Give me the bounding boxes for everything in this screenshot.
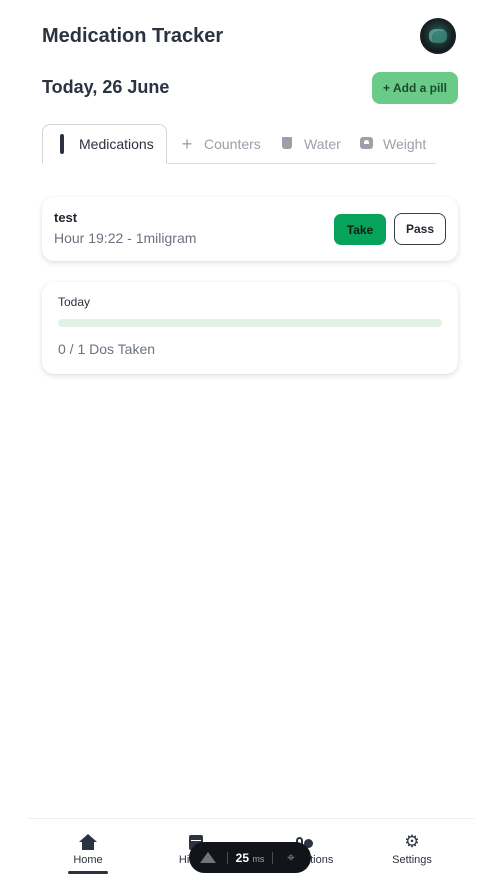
- tab-bar: Medications + Counters Water Weight: [42, 124, 436, 164]
- nav-settings[interactable]: ⚙ Settings: [362, 832, 462, 867]
- app-header: Medication Tracker: [42, 18, 458, 58]
- pass-button[interactable]: Pass: [394, 213, 446, 245]
- render-time-unit: ms: [252, 853, 265, 864]
- scale-icon: [357, 136, 375, 152]
- active-nav-indicator: [68, 871, 108, 874]
- pill-icon: [53, 134, 71, 154]
- avatar[interactable]: [420, 18, 456, 54]
- nav-home[interactable]: Home: [38, 833, 138, 866]
- tab-label: Counters: [204, 136, 261, 152]
- tab-label: Weight: [383, 136, 427, 152]
- add-pill-button[interactable]: + Add a pill: [372, 72, 458, 104]
- devtools-bar[interactable]: 25 ms ⌖: [189, 842, 311, 873]
- page-title: Medication Tracker: [42, 25, 224, 47]
- today-progress-card: Today 0 / 1 Dos Taken: [42, 282, 458, 374]
- crosshair-icon[interactable]: ⌖: [287, 849, 295, 866]
- glass-icon: [278, 136, 296, 152]
- tab-weight[interactable]: Weight: [357, 124, 426, 164]
- tab-label: Medications: [79, 136, 154, 152]
- take-button[interactable]: Take: [334, 214, 386, 245]
- date-label: Today, 26 June: [42, 77, 170, 97]
- tab-medications[interactable]: Medications: [42, 124, 167, 164]
- render-time-value: 25: [235, 850, 249, 865]
- tab-water[interactable]: Water: [278, 124, 341, 164]
- medication-card: test Hour 19:22 - 1miligram Take Pass: [42, 197, 458, 261]
- tab-counters[interactable]: + Counters: [178, 124, 261, 164]
- nav-label: Home: [73, 854, 103, 866]
- date-row: Today, 26 June + Add a pill: [42, 72, 458, 104]
- home-icon: [79, 834, 97, 850]
- tab-label: Water: [304, 136, 341, 152]
- render-time: 25 ms: [228, 851, 272, 865]
- framework-logo-icon[interactable]: [200, 852, 216, 863]
- nav-label: Settings: [392, 854, 432, 866]
- gear-icon: ⚙: [404, 832, 420, 851]
- medication-detail: Hour 19:22 - 1miligram: [54, 230, 197, 246]
- plus-icon: +: [181, 134, 193, 154]
- avatar-image: [429, 29, 447, 43]
- today-label: Today: [58, 295, 91, 309]
- progress-bar: [58, 319, 442, 327]
- doses-taken-text: 0 / 1 Dos Taken: [58, 341, 156, 357]
- medication-name: test: [54, 210, 78, 225]
